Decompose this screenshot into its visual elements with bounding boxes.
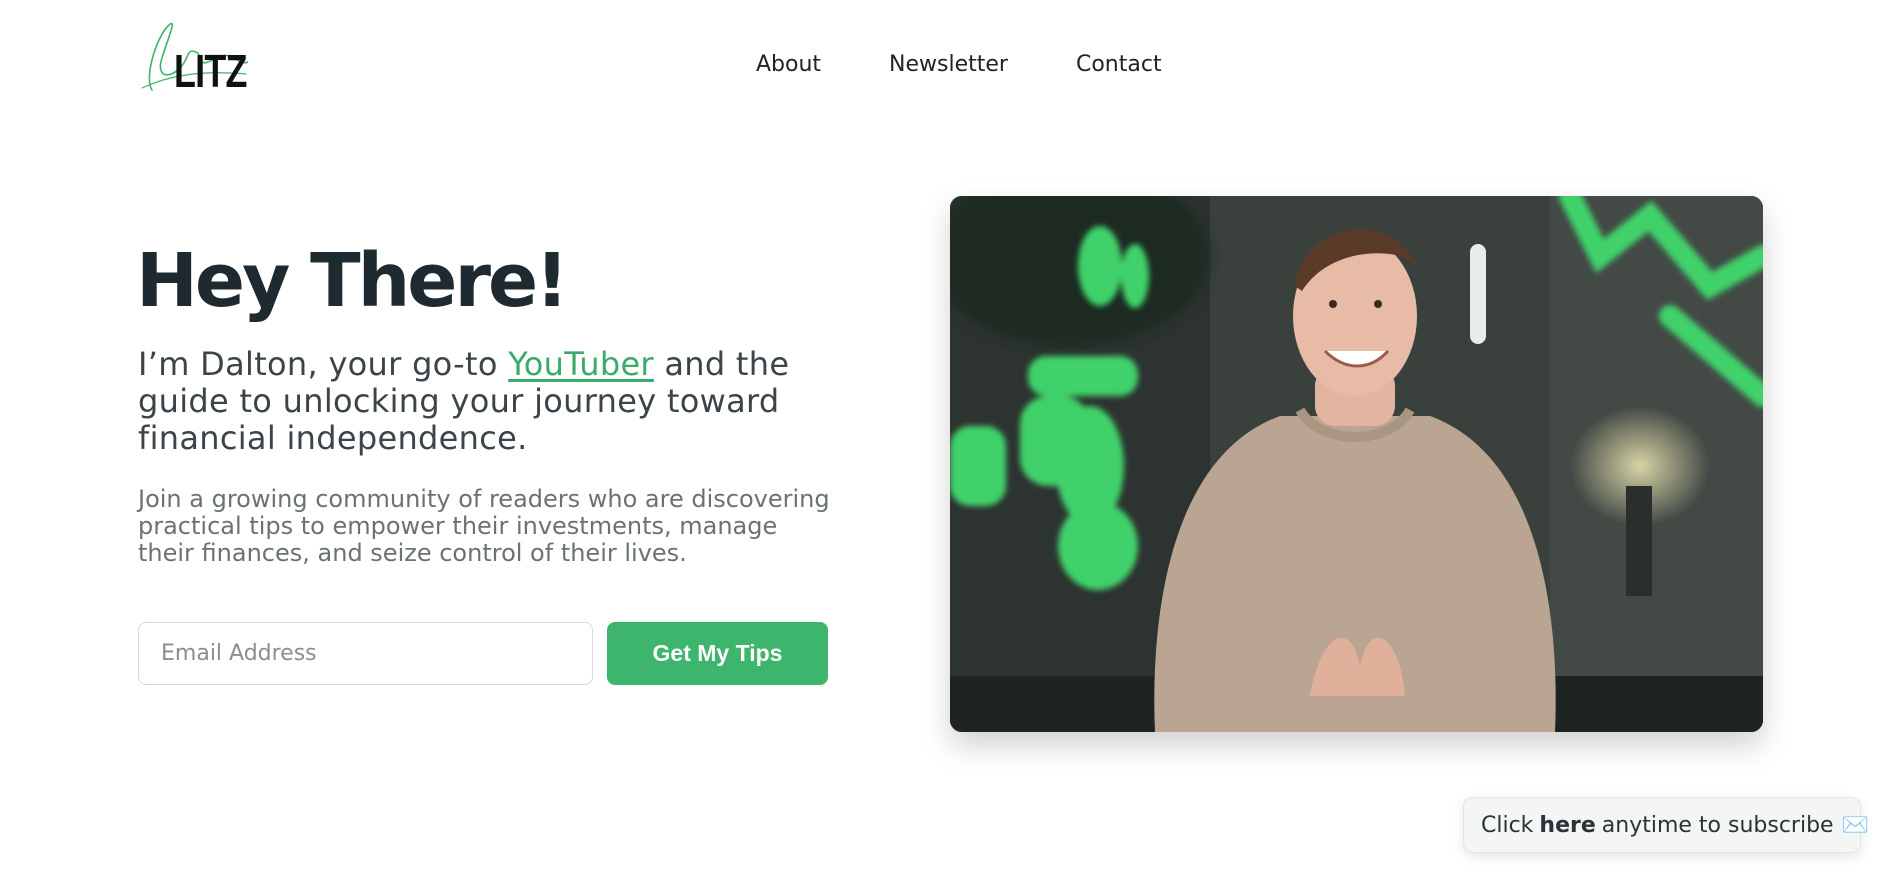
subscribe-pill-here[interactable]: here xyxy=(1539,813,1595,838)
nav-about-link[interactable]: About xyxy=(756,52,821,77)
get-my-tips-button[interactable]: Get My Tips xyxy=(607,622,828,685)
logo-wordmark: LITZ xyxy=(174,45,247,97)
subscribe-pill-suffix: anytime to subscribe xyxy=(1601,812,1834,838)
nav-contact-link[interactable]: Contact xyxy=(1076,52,1162,77)
hero-title: Hey There! xyxy=(136,238,569,324)
hero-subtitle: I’m Dalton, your go-to YouTuber and the … xyxy=(138,346,838,457)
hero-photo-illustration xyxy=(950,196,1763,732)
hero-photo xyxy=(950,196,1763,732)
hero-subtitle-intro: I’m Dalton, your go-to xyxy=(138,345,509,383)
site-logo[interactable]: LITZ xyxy=(138,18,248,97)
envelope-icon: ✉️ xyxy=(1841,812,1869,838)
nav-newsletter-link[interactable]: Newsletter xyxy=(889,52,1008,77)
subscribe-pill-prefix: Click xyxy=(1481,812,1534,838)
youtuber-link[interactable]: YouTuber xyxy=(508,345,654,383)
site-header: LITZ About Newsletter Contact xyxy=(0,0,1894,130)
hero-description: Join a growing community of readers who … xyxy=(138,485,830,567)
subscribe-pill[interactable]: Click here anytime to subscribe ✉️ xyxy=(1463,797,1869,853)
email-input[interactable] xyxy=(138,622,593,685)
main-nav: About Newsletter Contact xyxy=(756,52,1162,77)
